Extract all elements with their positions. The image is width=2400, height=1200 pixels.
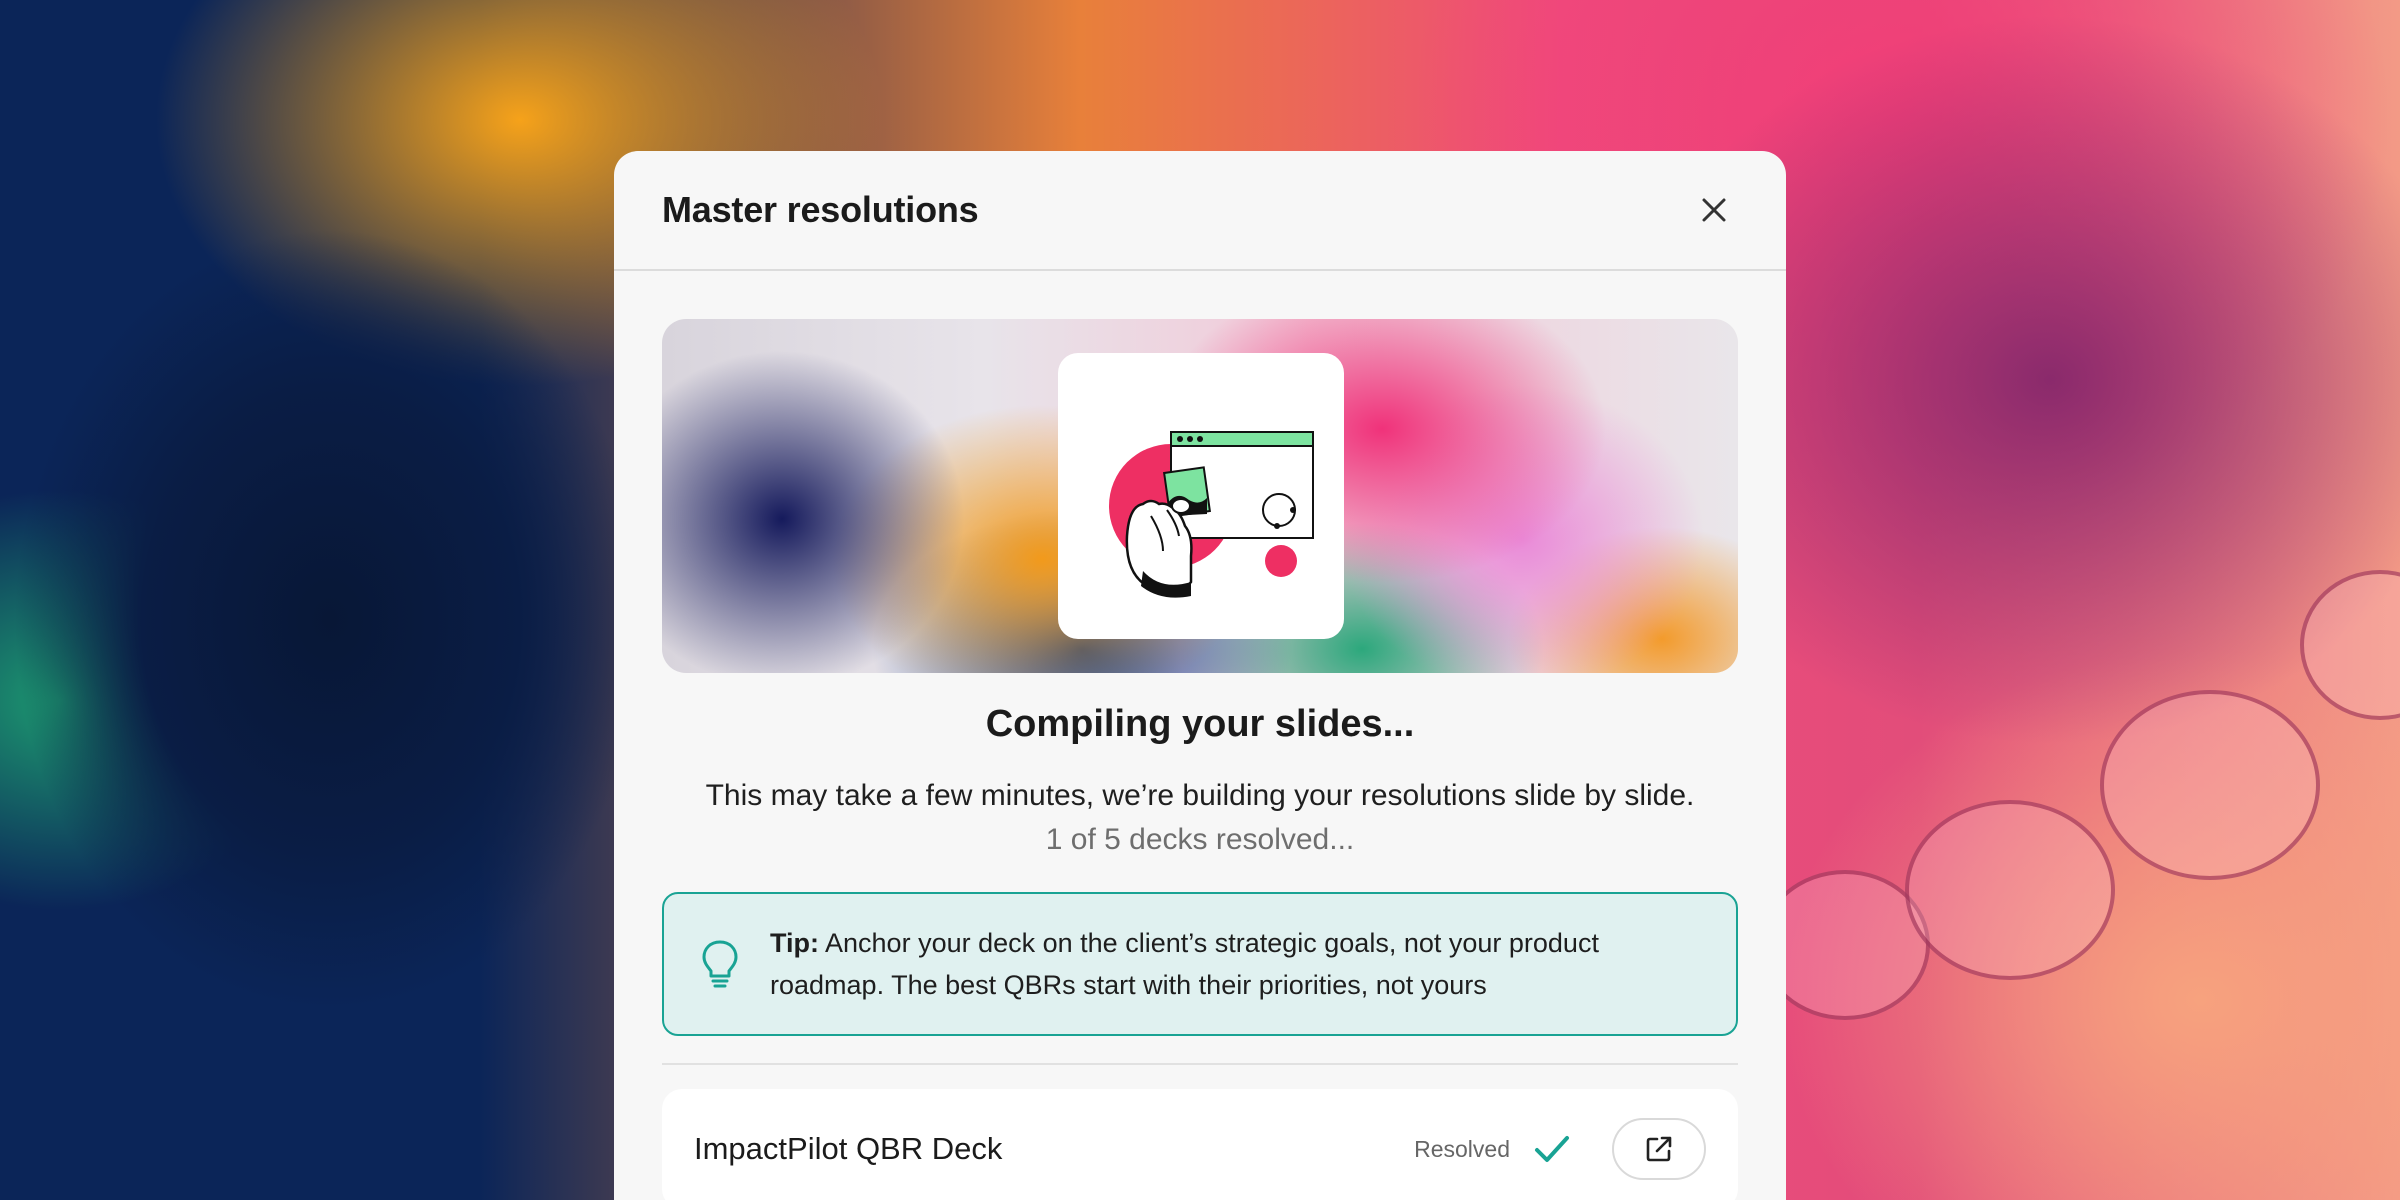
progress-text: 1 of 5 decks resolved... <box>1045 823 1355 856</box>
open-deck-button[interactable] <box>1612 1118 1706 1180</box>
modal-title: Master resolutions <box>662 189 979 230</box>
close-icon <box>1702 198 1726 222</box>
modal-header: Master resolutions <box>614 151 1786 271</box>
close-button[interactable] <box>1690 186 1738 234</box>
deck-row: ImpactPilot QBR Deck Resolved <box>662 1089 1738 1200</box>
status-description: This may take a few minutes, we’re build… <box>705 779 1695 812</box>
tip-label: Tip: <box>770 928 819 958</box>
deck-name: ImpactPilot QBR Deck <box>694 1131 1003 1166</box>
external-link-icon <box>1646 1136 1672 1162</box>
divider <box>662 1063 1738 1065</box>
tip-text: Tip: Anchor your deck on the client’s st… <box>770 922 1686 1006</box>
hero-banner <box>662 319 1738 673</box>
tip-body: Anchor your deck on the client’s strateg… <box>770 928 1599 1000</box>
status-title: Compiling your slides... <box>985 703 1415 745</box>
hand-with-slides-illustration <box>1109 431 1314 598</box>
bubble-decoration <box>2300 570 2400 720</box>
tip-callout: Tip: Anchor your deck on the client’s st… <box>662 892 1738 1036</box>
deck-status-label: Resolved <box>1414 1135 1510 1162</box>
check-icon <box>1535 1136 1569 1162</box>
bubble-decoration <box>1905 800 2115 980</box>
bubble-decoration <box>2100 690 2320 880</box>
master-resolutions-modal: Master resolutions Compiling your slides… <box>614 151 1786 1200</box>
lightbulb-icon <box>702 940 738 988</box>
hero-illustration-card <box>1058 353 1344 639</box>
